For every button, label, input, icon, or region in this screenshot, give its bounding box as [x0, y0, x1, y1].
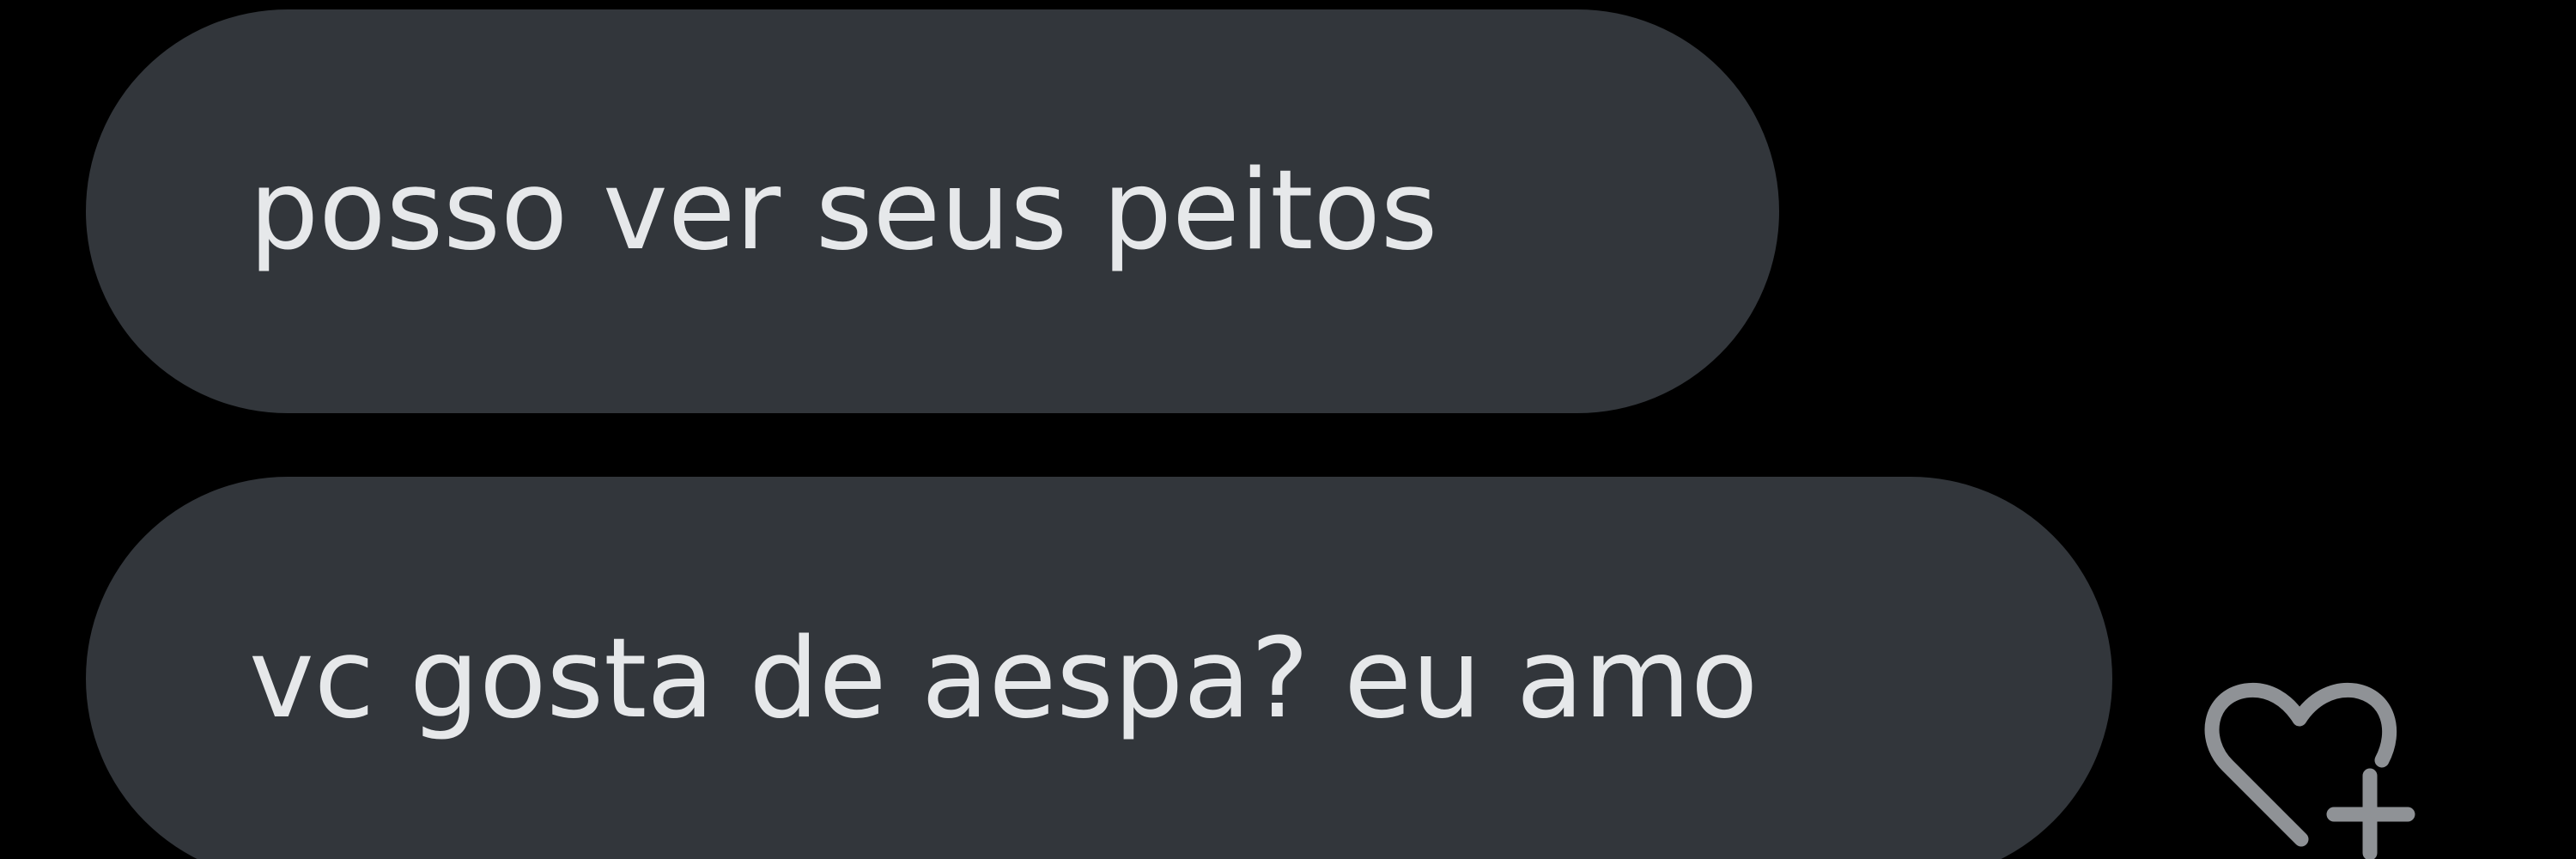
- heart-plus-icon: [2204, 682, 2415, 859]
- message-text: posso ver seus peitos: [249, 147, 1438, 275]
- message-bubble[interactable]: posso ver seus peitos: [86, 9, 1779, 413]
- conversation-view: posso ver seus peitos vc gosta de aespa?…: [0, 0, 2576, 859]
- add-reaction-button[interactable]: [2198, 674, 2421, 859]
- message-text: vc gosta de aespa? eu amo: [249, 615, 1759, 743]
- message-bubble[interactable]: vc gosta de aespa? eu amo: [86, 477, 2112, 859]
